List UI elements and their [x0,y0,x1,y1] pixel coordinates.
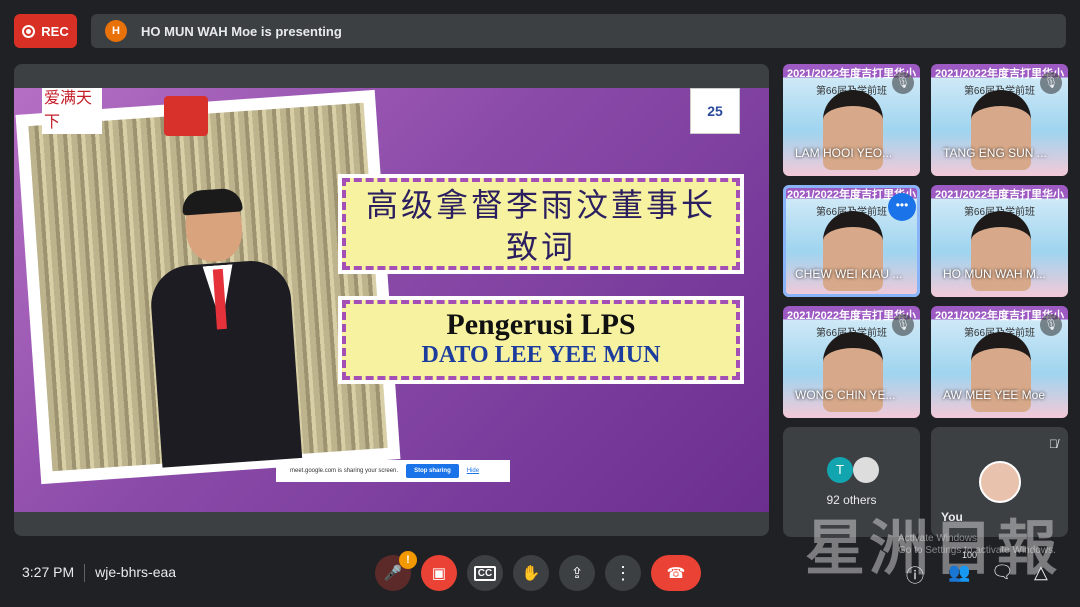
name-text: DATO LEE YEE MUN [421,342,661,368]
participant-tile[interactable]: 2021/2022年度吉打里华小 第66届及学前班 HO MUN WAH M..… [931,185,1068,297]
people-icon: 👥 [948,562,971,582]
camera-toggle-button[interactable]: ▣ [421,555,457,591]
leave-call-button[interactable]: ☎ [651,555,701,591]
meeting-info: 3:27 PM wje-bhrs-eaa [22,564,176,582]
mic-off-icon: 🎤 [383,565,403,582]
captions-icon: CC [473,565,497,581]
chat-button[interactable]: 🗨 [991,562,1014,583]
mic-alert-badge: ! [399,551,417,569]
mic-off-icon: 🎙 [1040,314,1062,336]
mic-off-icon: 🎙 [892,314,914,336]
participant-name: WONG CHIN YE... [795,388,896,402]
present-button[interactable]: ⇪ [559,555,595,591]
meeting-code[interactable]: wje-bhrs-eaa [95,564,176,582]
more-options-icon[interactable]: ••• [888,193,916,221]
self-avatar [979,461,1021,503]
participant-tile[interactable]: 2021/2022年度吉打里华小 第66届及学前班 ••• CHEW WEI K… [783,185,920,297]
person-image [144,187,303,468]
activate-line-1: Activate Windows [898,533,977,544]
participant-name: TANG ENG SUN ... [943,146,1047,160]
captions-button[interactable]: CC [467,555,503,591]
hang-up-icon: ☎ [666,565,686,582]
mic-off-icon: 🎙̸ [1049,437,1058,451]
time: 3:27 PM [22,564,75,580]
people-button[interactable]: 👥 100 [948,550,977,583]
slide: 爱满天下 25 高级拿督李雨汶董事长 致词 Pengerusi LPS DATO L… [14,88,769,512]
role-text: Pengerusi LPS [446,308,636,341]
camera-off-icon: ▣ [431,565,447,582]
activities-icon: △ [1034,562,1048,582]
presenting-text: HO MUN WAH Moe is presenting [141,23,342,39]
participant-name: LAM HOOI YEO... [795,146,893,160]
portrait-photo [15,89,401,485]
mic-off-icon: 🎙 [1040,72,1062,94]
share-text: meet.google.com is sharing your screen. [290,468,399,474]
mic-off-icon: 🎙 [892,72,914,94]
title-line-1: 高级拿督李雨汶董事长 [365,186,716,224]
participant-name: CHEW WEI KIAU ... [795,267,903,281]
name-card: Pengerusi LPS DATO LEE YEE MUN [338,296,744,384]
screen-share-bar: meet.google.com is sharing your screen. S… [276,460,510,482]
participant-tile[interactable]: 2021/2022年度吉打里华小 第66届及学前班 🎙 AW MEE YEE M… [931,306,1068,418]
record-icon [22,24,36,38]
participant-tile[interactable]: 2021/2022年度吉打里华小 第66届及学前班 🎙 TANG ENG SUN… [931,64,1068,176]
hand-icon: ✋ [521,565,541,582]
more-options-button[interactable]: ⋮ [605,555,641,591]
participant-tile[interactable]: 2021/2022年度吉打里华小 第66届及学前班 🎙 WONG CHIN YE… [783,306,920,418]
activities-button[interactable]: △ [1034,562,1048,583]
present-screen-icon: ⇪ [570,565,584,582]
presenter-avatar: H [105,20,127,42]
school-logo-left: 爱满天下 [42,88,102,134]
title-card: 高级拿督李雨汶董事长 致词 [338,174,744,274]
chat-icon: 🗨 [991,562,1014,582]
meeting-details-button[interactable]: ⓘ [906,562,924,588]
others-avatar-photo [853,457,879,483]
recording-indicator: REC [14,14,77,48]
participant-tile[interactable]: 2021/2022年度吉打里华小 第66届及学前班 🎙 LAM HOOI YEO… [783,64,920,176]
presenting-banner: H HO MUN WAH Moe is presenting [91,14,1066,48]
participant-count: 100 [962,550,978,560]
hide-link[interactable]: Hide [467,468,479,474]
title-line-2: 致词 [505,228,576,266]
participant-name: HO MUN WAH M... [943,267,1046,281]
others-avatar: T [827,457,853,483]
stop-sharing-button[interactable]: Stop sharing [406,464,459,478]
background-title: 2021/2022年度吉打里华小 [935,189,1064,201]
more-vert-icon: ⋮ [614,562,632,583]
info-icon: ⓘ [906,566,924,586]
school-logo-right: 25 [690,88,740,134]
rec-label: REC [41,23,69,39]
raise-hand-button[interactable]: ✋ [513,555,549,591]
presentation-stage: 爱满天下 25 高级拿督李雨汶董事长 致词 Pengerusi LPS DATO L… [14,64,769,536]
participant-name: AW MEE YEE Moe [943,388,1046,402]
binder-clip-icon [164,96,208,136]
